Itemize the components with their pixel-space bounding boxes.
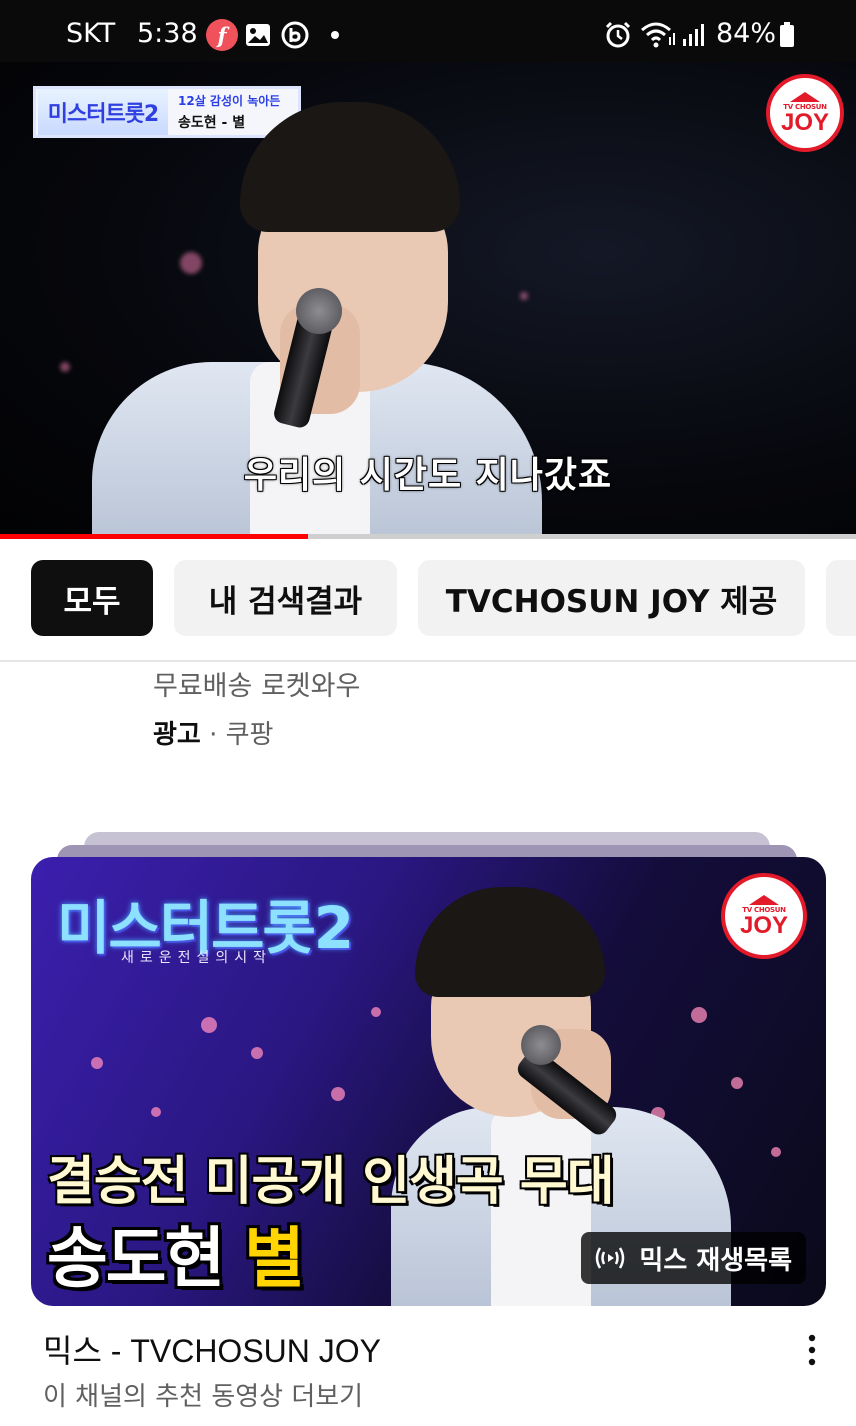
alarm-icon bbox=[603, 20, 633, 50]
chip-my-search-results[interactable]: 내 검색결과 bbox=[174, 560, 397, 636]
notification-dot-icon bbox=[328, 20, 342, 50]
battery-percent: 84% bbox=[716, 18, 777, 49]
gallery-icon bbox=[244, 20, 272, 50]
ad-separator: · bbox=[209, 720, 218, 750]
battery-icon bbox=[778, 20, 796, 50]
mix-subtitle[interactable]: 이 채널의 추천 동영상 더보기 bbox=[43, 1376, 363, 1413]
radio-broadcast-icon bbox=[593, 1245, 627, 1271]
chip-all[interactable]: 모두 bbox=[31, 560, 153, 636]
mix-badge-label: 믹스 재생목록 bbox=[639, 1245, 792, 1276]
thumb-caption-name: 송도현 별 bbox=[47, 1205, 305, 1301]
progress-bar[interactable] bbox=[0, 534, 856, 539]
chip-tvchosun-joy[interactable]: TVCHOSUN JOY 제공 bbox=[418, 560, 805, 636]
thumb-caption-line: 결승전 미공개 인생곡 무대 bbox=[47, 1152, 615, 1212]
divider bbox=[0, 660, 856, 662]
mix-title[interactable]: 믹스 - TVCHOSUN JOY bbox=[43, 1326, 381, 1372]
b-app-icon bbox=[280, 20, 310, 50]
f-app-icon: f bbox=[206, 19, 238, 51]
mix-thumbnail[interactable]: 미스터트롯2 새로운전설의시작 TV CHOSUN JOY 결승전 미공개 인생… bbox=[31, 857, 826, 1306]
status-bar: SKT 5:38 f 84% bbox=[0, 0, 856, 62]
ad-subtitle[interactable]: 무료배송 로켓와우 bbox=[153, 664, 360, 703]
filter-chips: 모두 내 검색결과 TVCHOSUN JOY 제공 bbox=[0, 560, 856, 636]
carrier-label: SKT bbox=[66, 18, 116, 49]
mix-playlist-badge: 믹스 재생목록 bbox=[581, 1232, 806, 1284]
thumb-caption-song: 별 bbox=[244, 1220, 305, 1297]
clock: 5:38 bbox=[137, 18, 198, 49]
ad-meta: 광고 · 쿠팡 bbox=[153, 714, 273, 751]
video-subtitle: 우리의 시간도 지나갔죠 bbox=[243, 455, 613, 496]
thumb-caption-singer: 송도현 bbox=[47, 1220, 225, 1297]
video-player[interactable]: 미스터트롯2 12살 감성이 녹아든 송도현 - 별 TV CHOSUN JOY… bbox=[0, 62, 856, 536]
signal-icon bbox=[681, 20, 707, 50]
chip-next[interactable] bbox=[826, 560, 856, 636]
more-options-icon[interactable] bbox=[794, 1330, 830, 1370]
ad-advertiser: 쿠팡 bbox=[225, 720, 274, 750]
wifi-icon bbox=[640, 20, 676, 50]
progress-fill bbox=[0, 534, 309, 539]
ad-label: 광고 bbox=[153, 720, 201, 750]
